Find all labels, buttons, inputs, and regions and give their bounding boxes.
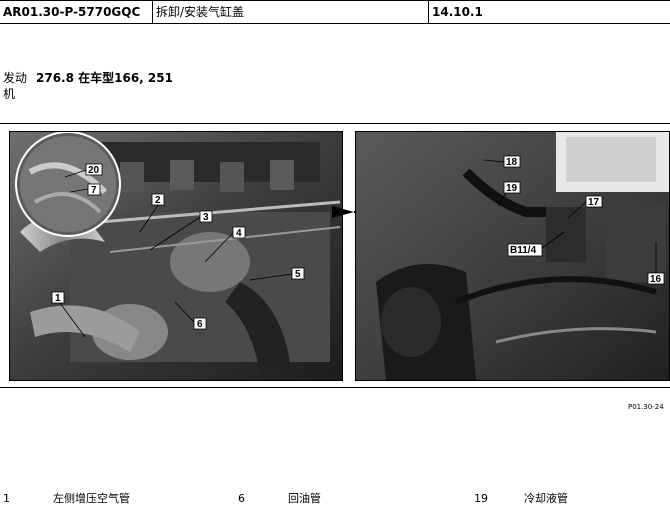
- callout-2-label: 2: [155, 195, 161, 206]
- engine-label: 发动 机: [3, 70, 27, 102]
- callout-b11-4-label: B11/4: [510, 245, 537, 256]
- engine-photo-left-illustration: 20 7 2 3 4 5 1 6: [10, 132, 342, 380]
- figure-reference: P01.30-24: [628, 403, 664, 411]
- callout-17-label: 17: [588, 197, 600, 208]
- engine-photo-left: 20 7 2 3 4 5 1 6: [9, 131, 343, 381]
- legend-item-number: 19: [474, 492, 488, 505]
- legend-item-text: 左侧增压空气管: [53, 492, 130, 505]
- document-title: 拆卸/安装气缸盖: [152, 1, 428, 23]
- legend-item-text: 冷却液管: [524, 492, 568, 505]
- engine-photo-right: 18 19 17 B11/4 16: [355, 131, 670, 381]
- legend-item-text: 回油管: [288, 492, 321, 505]
- legend-item-number: 1: [3, 492, 10, 505]
- callout-4-label: 4: [236, 228, 242, 239]
- callout-16-label: 16: [650, 274, 662, 285]
- callout-20-label: 20: [88, 165, 100, 176]
- callout-7-label: 7: [91, 185, 97, 196]
- engine-photo-right-illustration: 18 19 17 B11/4 16: [356, 132, 669, 380]
- engine-label-line2: 机: [3, 87, 16, 101]
- callout-1-label: 1: [55, 293, 61, 304]
- callout-19-label: 19: [506, 183, 518, 194]
- callout-5-label: 5: [295, 269, 301, 280]
- document-id: AR01.30-P-5770GQC: [3, 5, 141, 19]
- engine-value: 276.8 在车型166, 251: [36, 71, 173, 85]
- document-date: 14.10.1: [428, 1, 670, 23]
- callout-3-label: 3: [203, 212, 209, 223]
- engine-label-line1: 发动: [3, 71, 28, 85]
- document-header: AR01.30-P-5770GQC 拆卸/安装气缸盖 14.10.1: [0, 0, 670, 24]
- legend-item-number: 6: [238, 492, 245, 505]
- callout-18-label: 18: [506, 157, 518, 168]
- callout-6-label: 6: [197, 319, 203, 330]
